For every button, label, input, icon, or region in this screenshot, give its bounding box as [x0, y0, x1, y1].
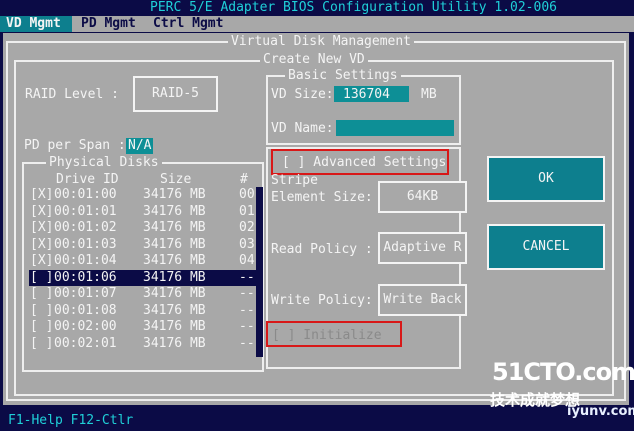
pd-number: 00 — [239, 187, 255, 202]
tab-pd-mgmt[interactable]: PD Mgmt — [81, 16, 136, 32]
read-policy-label: Read Policy : — [271, 242, 373, 257]
element-size-label: Element Size: — [271, 190, 373, 205]
pd-drive-id: 00:01:08 — [54, 302, 117, 318]
pd-number: -- — [239, 302, 255, 318]
pd-per-span-value[interactable]: N/A — [126, 138, 154, 154]
pd-size: 34176 MB — [143, 203, 206, 219]
pd-size: 34176 MB — [143, 220, 206, 235]
pd-number: -- — [239, 335, 255, 351]
pd-checkbox: [ ] — [30, 302, 54, 318]
write-policy-label: Write Policy: — [271, 293, 373, 308]
pd-row[interactable]: [ ] 00:01:06 34176 MB -- — [29, 269, 257, 286]
physical-disks-title: Physical Disks — [46, 155, 162, 171]
physical-disk-list: [X] 00:01:00 34176 MB 00 [X] 00:01:01 34176 MB… — [29, 187, 257, 352]
pd-number: -- — [239, 269, 255, 285]
bios-screen: PERC 5/E Adapter BIOS Configuration Util… — [0, 0, 634, 431]
raid-level-button[interactable]: RAID-5 — [133, 76, 218, 112]
pd-drive-id: 00:01:06 — [54, 269, 117, 285]
pd-row[interactable]: [X] 00:01:00 34176 MB 00 — [29, 187, 257, 204]
vd-name-label: VD Name: — [271, 121, 334, 136]
read-policy-button[interactable]: Adaptive R — [378, 232, 467, 264]
basic-settings-title: Basic Settings — [285, 68, 401, 84]
pd-drive-id: 00:01:04 — [54, 253, 117, 268]
pd-checkbox: [X] — [30, 253, 54, 268]
pd-number: 04 — [239, 253, 255, 268]
pd-per-span-label: PD per Span : — [24, 138, 126, 153]
scrollbar[interactable] — [256, 187, 263, 357]
dialog-title: Create New VD — [260, 52, 368, 68]
pd-number: 02 — [239, 220, 255, 235]
watermark-logo-text: 51CTO.com — [492, 358, 634, 386]
pd-drive-id: 00:01:00 — [54, 187, 117, 202]
col-num: # — [240, 172, 248, 187]
pd-size: 34176 MB — [143, 335, 206, 351]
pd-checkbox: [X] — [30, 236, 54, 252]
status-bar: F1-Help F12-Ctlr — [8, 413, 134, 428]
app-title: PERC 5/E Adapter BIOS Configuration Util… — [150, 0, 557, 15]
pd-drive-id: 00:02:01 — [54, 335, 117, 351]
pd-row[interactable]: [ ] 00:01:07 34176 MB -- — [29, 286, 257, 303]
pd-size: 34176 MB — [143, 253, 206, 268]
pd-row[interactable]: [X] 00:01:03 34176 MB 03 — [29, 237, 257, 254]
pd-row[interactable]: [ ] 00:02:01 34176 MB -- — [29, 336, 257, 353]
write-policy-button[interactable]: Write Back — [378, 284, 467, 316]
advanced-settings-highlight — [271, 149, 449, 175]
initialize-highlight — [266, 321, 402, 347]
col-drive-id: Drive ID — [56, 172, 119, 187]
pd-number: -- — [239, 286, 255, 301]
pd-size: 34176 MB — [143, 187, 206, 202]
vd-size-input[interactable]: 136704 — [343, 87, 390, 103]
pd-drive-id: 00:01:03 — [54, 236, 117, 252]
pd-size: 34176 MB — [143, 236, 206, 252]
pd-number: 03 — [239, 236, 255, 252]
pd-checkbox: [X] — [30, 203, 54, 219]
pd-checkbox: [ ] — [30, 286, 54, 301]
ok-button[interactable]: OK — [487, 156, 605, 202]
pd-row[interactable]: [ ] 00:02:00 34176 MB -- — [29, 319, 257, 336]
tab-ctrl-mgmt[interactable]: Ctrl Mgmt — [153, 16, 223, 32]
tab-vd-mgmt[interactable]: VD Mgmt — [6, 16, 61, 32]
pd-size: 34176 MB — [143, 269, 206, 285]
pd-row[interactable]: [X] 00:01:02 34176 MB 02 — [29, 220, 257, 237]
pd-drive-id: 00:01:01 — [54, 203, 117, 219]
pd-checkbox: [ ] — [30, 335, 54, 351]
pd-row[interactable]: [X] 00:01:04 34176 MB 04 — [29, 253, 257, 270]
pd-drive-id: 00:01:07 — [54, 286, 117, 301]
watermark-site: iyunv.com — [567, 404, 634, 419]
pd-row[interactable]: [X] 00:01:01 34176 MB 01 — [29, 204, 257, 221]
element-size-button[interactable]: 64KB — [378, 181, 467, 213]
pd-number: -- — [239, 319, 255, 334]
pd-drive-id: 00:02:00 — [54, 319, 117, 334]
pd-number: 01 — [239, 203, 255, 219]
pd-checkbox: [X] — [30, 220, 54, 235]
stripe-label: Stripe — [271, 173, 318, 188]
outer-frame-title: Virtual Disk Management — [228, 34, 415, 50]
vd-size-label: VD Size: — [271, 87, 334, 102]
raid-level-label: RAID Level : — [25, 87, 119, 102]
vd-size-unit: MB — [421, 87, 437, 102]
pd-size: 34176 MB — [143, 286, 206, 301]
col-size: Size — [160, 172, 192, 187]
pd-checkbox: [ ] — [30, 319, 54, 334]
vd-name-input[interactable] — [336, 120, 454, 136]
pd-checkbox: [X] — [30, 187, 54, 202]
cancel-button[interactable]: CANCEL — [487, 224, 605, 270]
pd-row[interactable]: [ ] 00:01:08 34176 MB -- — [29, 303, 257, 320]
pd-checkbox: [ ] — [30, 269, 54, 285]
pd-drive-id: 00:01:02 — [54, 220, 117, 235]
pd-size: 34176 MB — [143, 302, 206, 318]
pd-size: 34176 MB — [143, 319, 206, 334]
